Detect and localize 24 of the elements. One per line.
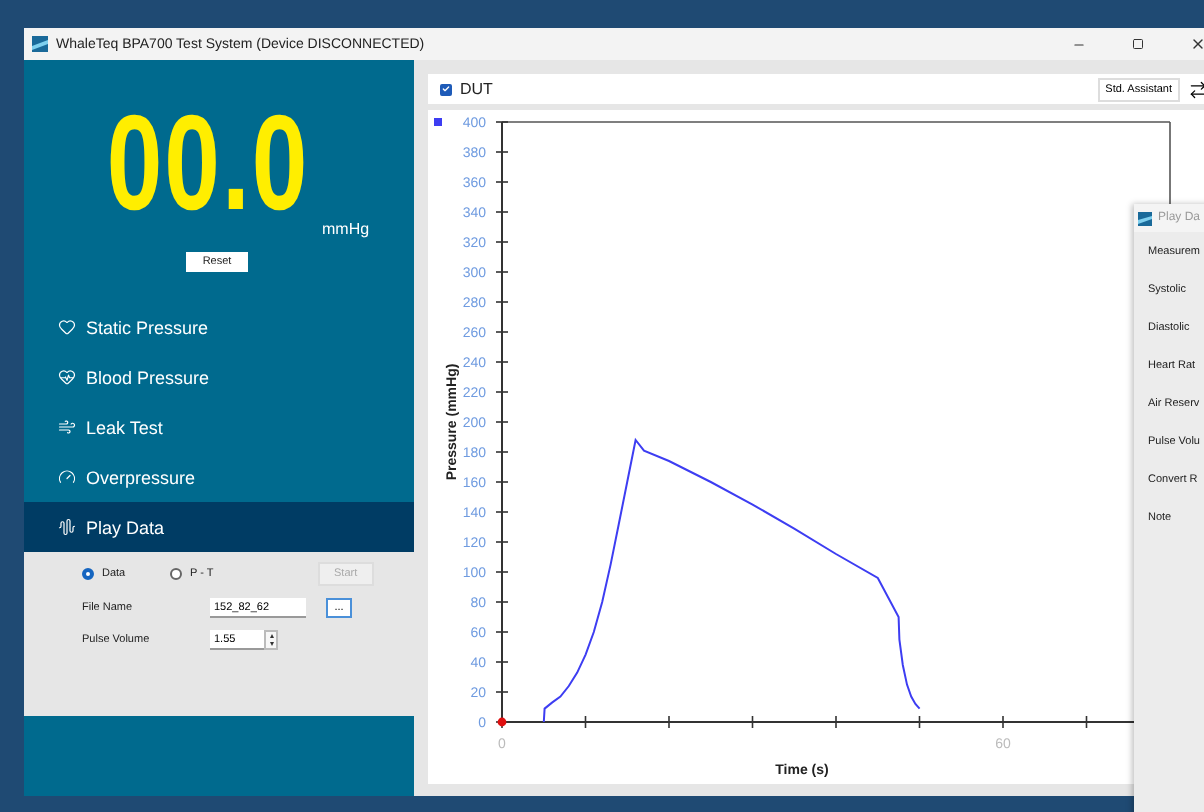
maximize-icon[interactable] bbox=[1132, 38, 1144, 50]
nav-item[interactable]: Leak Test bbox=[24, 402, 414, 452]
gauge-icon bbox=[58, 468, 76, 486]
nav-item[interactable]: Static Pressure bbox=[24, 302, 414, 352]
nav-item[interactable]: Blood Pressure bbox=[24, 352, 414, 402]
app-logo-icon bbox=[1138, 211, 1152, 225]
heart-pulse-icon bbox=[58, 368, 76, 386]
waveform-icon bbox=[58, 518, 76, 536]
app-logo-icon bbox=[32, 36, 48, 52]
nav-item[interactable]: Play Data bbox=[24, 502, 414, 552]
radio-button[interactable] bbox=[82, 568, 94, 580]
pressure-readout: 00.0 bbox=[106, 96, 310, 231]
legend-marker bbox=[434, 118, 442, 126]
unit-label: mmHg bbox=[322, 220, 370, 238]
wind-icon bbox=[58, 418, 76, 436]
heart-icon bbox=[58, 318, 76, 336]
radio-button[interactable] bbox=[170, 568, 182, 580]
device-checkbox[interactable] bbox=[440, 83, 452, 95]
device-label: DUT bbox=[460, 80, 495, 98]
spinner-icon[interactable] bbox=[264, 630, 278, 650]
close-icon[interactable] bbox=[1190, 36, 1204, 52]
origin-dot bbox=[497, 717, 507, 727]
swap-icon[interactable] bbox=[1188, 79, 1204, 99]
nav-item[interactable]: Overpressure bbox=[24, 452, 414, 502]
